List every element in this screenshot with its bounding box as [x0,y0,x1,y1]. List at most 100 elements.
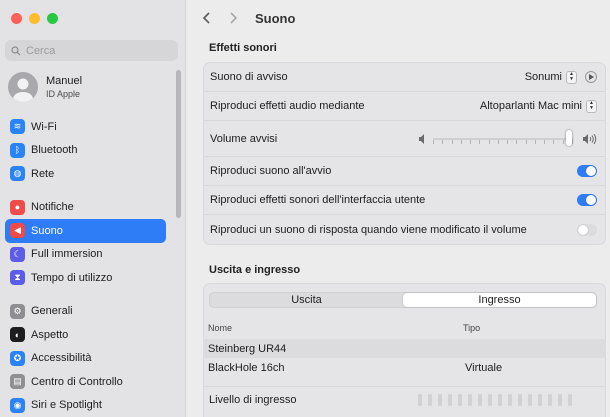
minimize-window-button[interactable] [29,13,40,24]
tab-uscita[interactable]: Uscita [210,293,403,307]
alert-volume-slider[interactable] [419,129,597,146]
slider-thumb[interactable] [565,129,572,146]
search-field[interactable]: Cerca [5,40,178,61]
forward-arrow-icon[interactable] [226,11,240,25]
device-table-header: Nome Tipo [203,320,606,337]
sidebar-item-label: Bluetooth [31,144,78,157]
column-tipo[interactable]: Tipo [463,323,480,333]
sidebar-item-wi-fi[interactable]: ≋ Wi-Fi [5,115,166,139]
speaker-low-icon [419,133,424,144]
level-segment [478,394,482,406]
sidebar-item-centro-di-controllo[interactable]: ▤ Centro di Controllo [5,370,166,394]
section-title-io: Uscita e ingresso [209,264,301,276]
volume-feedback-label: Riproduci un suono di risposta quando vi… [210,223,527,236]
table-row[interactable]: Steinberg UR44 [203,339,606,358]
level-segment [498,394,502,406]
input-level-meter [418,394,572,406]
play-icon [589,74,594,80]
window-controls [11,13,58,24]
device-type: Virtuale [465,361,503,374]
sidebar-item-full-immersion[interactable]: ☾ Full immersion [5,243,166,267]
account-subtitle: ID Apple [46,89,81,99]
level-segment [568,394,572,406]
sidebar-item-siri-e-spotlight[interactable]: ◉ Siri e Spotlight [5,394,166,417]
bell-icon: ● [10,199,25,215]
updown-chevron-icon: ▲ ▼ [586,99,597,113]
sidebar-item-label: Full immersion [31,248,103,261]
startup-sound-row: Riproduci suono all'avvio [204,157,605,186]
table-row[interactable]: BlackHole 16ch Virtuale [203,358,606,377]
sidebar-item-aspetto[interactable]: ◐ Aspetto [5,323,166,347]
device-name: Steinberg UR44 [208,342,287,355]
level-segment [488,394,492,406]
ui-sounds-row: Riproduci effetti sonori dell'interfacci… [204,186,605,215]
hourglass-icon: ⧗ [10,270,25,286]
section-title-effetti: Effetti sonori [209,42,277,54]
accessibility-icon: ✪ [10,350,25,366]
alert-volume-row: Volume avvisi [204,121,605,157]
sidebar-item-label: Rete [31,167,55,180]
startup-sound-toggle[interactable] [577,165,597,177]
sidebar-item-label: Siri e Spotlight [31,399,102,412]
gear-icon: ⚙ [10,303,25,319]
page-title: Suono [255,11,296,26]
level-segment [438,394,442,406]
volume-feedback-row: Riproduci un suono di risposta quando vi… [204,215,605,244]
ui-sounds-label: Riproduci effetti sonori dell'interfacci… [210,194,426,206]
sidebar-item-label: Aspetto [31,328,69,341]
alert-volume-label: Volume avvisi [210,132,278,145]
settings-window: Cerca Manuel ID Apple ≋ Wi-Fi ᛒ Bluetooth ◍ R… [0,0,610,417]
play-output-label: Riproduci effetti audio mediante [210,100,365,112]
sidebar-item-generali[interactable]: ⚙ Generali [5,300,166,324]
level-segment [458,394,462,406]
wifi-icon: ≋ [10,119,25,135]
ui-sounds-toggle[interactable] [577,194,597,206]
level-segment [548,394,552,406]
sidebar-scrollbar[interactable] [176,70,181,218]
sidebar: Cerca Manuel ID Apple ≋ Wi-Fi ᛒ Bluetooth ◍ R… [0,0,186,417]
io-segmented-control: Uscita Ingresso [209,292,597,308]
close-window-button[interactable] [11,13,22,24]
sidebar-item-tempo-di-utilizzo[interactable]: ⧗ Tempo di utilizzo [5,266,166,290]
sidebar-item-accessibilit-[interactable]: ✪ Accessibilità [5,347,166,371]
input-level-label: Livello di ingresso [209,393,297,406]
sidebar-item-suono[interactable]: ◀ Suono [5,219,166,243]
level-segment [538,394,542,406]
sidebar-item-label: Notifiche [31,201,74,214]
avatar [8,72,38,102]
appearance-icon: ◐ [10,327,25,343]
bluetooth-icon: ᛒ [10,142,25,158]
alert-sound-popup[interactable]: Sonumi ▲ ▼ [524,70,577,84]
level-segment [528,394,532,406]
zoom-window-button[interactable] [47,13,58,24]
sidebar-item-label: Tempo di utilizzo [31,271,113,284]
level-segment [448,394,452,406]
tab-ingresso[interactable]: Ingresso [403,293,596,307]
sidebar-item-notifiche[interactable]: ● Notifiche [5,196,166,220]
back-arrow-icon[interactable] [200,11,214,25]
effetti-group: Suono di avviso Sonumi ▲ ▼ Riproduci effe… [203,62,606,245]
device-name: BlackHole 16ch [208,361,285,374]
level-segment [428,394,432,406]
control-center-icon: ▤ [10,374,25,390]
alert-sound-row: Suono di avviso Sonumi ▲ ▼ [204,63,605,92]
sidebar-item-rete[interactable]: ◍ Rete [5,162,166,186]
search-icon [11,45,21,55]
level-segment [558,394,562,406]
sidebar-item-label: Wi-Fi [31,120,57,133]
startup-sound-label: Riproduci suono all'avvio [210,165,332,177]
sidebar-item-label: Accessibilità [31,352,92,365]
slider-ticks [433,139,573,144]
column-nome[interactable]: Nome [208,323,232,333]
account-name: Manuel [46,75,83,87]
sidebar-item-bluetooth[interactable]: ᛒ Bluetooth [5,139,166,163]
volume-feedback-toggle[interactable] [577,223,597,236]
level-segment [508,394,512,406]
level-segment [418,394,422,406]
apple-id-account[interactable]: Manuel ID Apple [8,72,82,102]
alert-sound-value: Sonumi [524,71,562,83]
play-output-popup[interactable]: Altoparlanti Mac mini ▲ ▼ [480,99,597,113]
level-segment [468,394,472,406]
play-sound-button[interactable] [585,71,597,83]
person-icon [13,78,33,102]
